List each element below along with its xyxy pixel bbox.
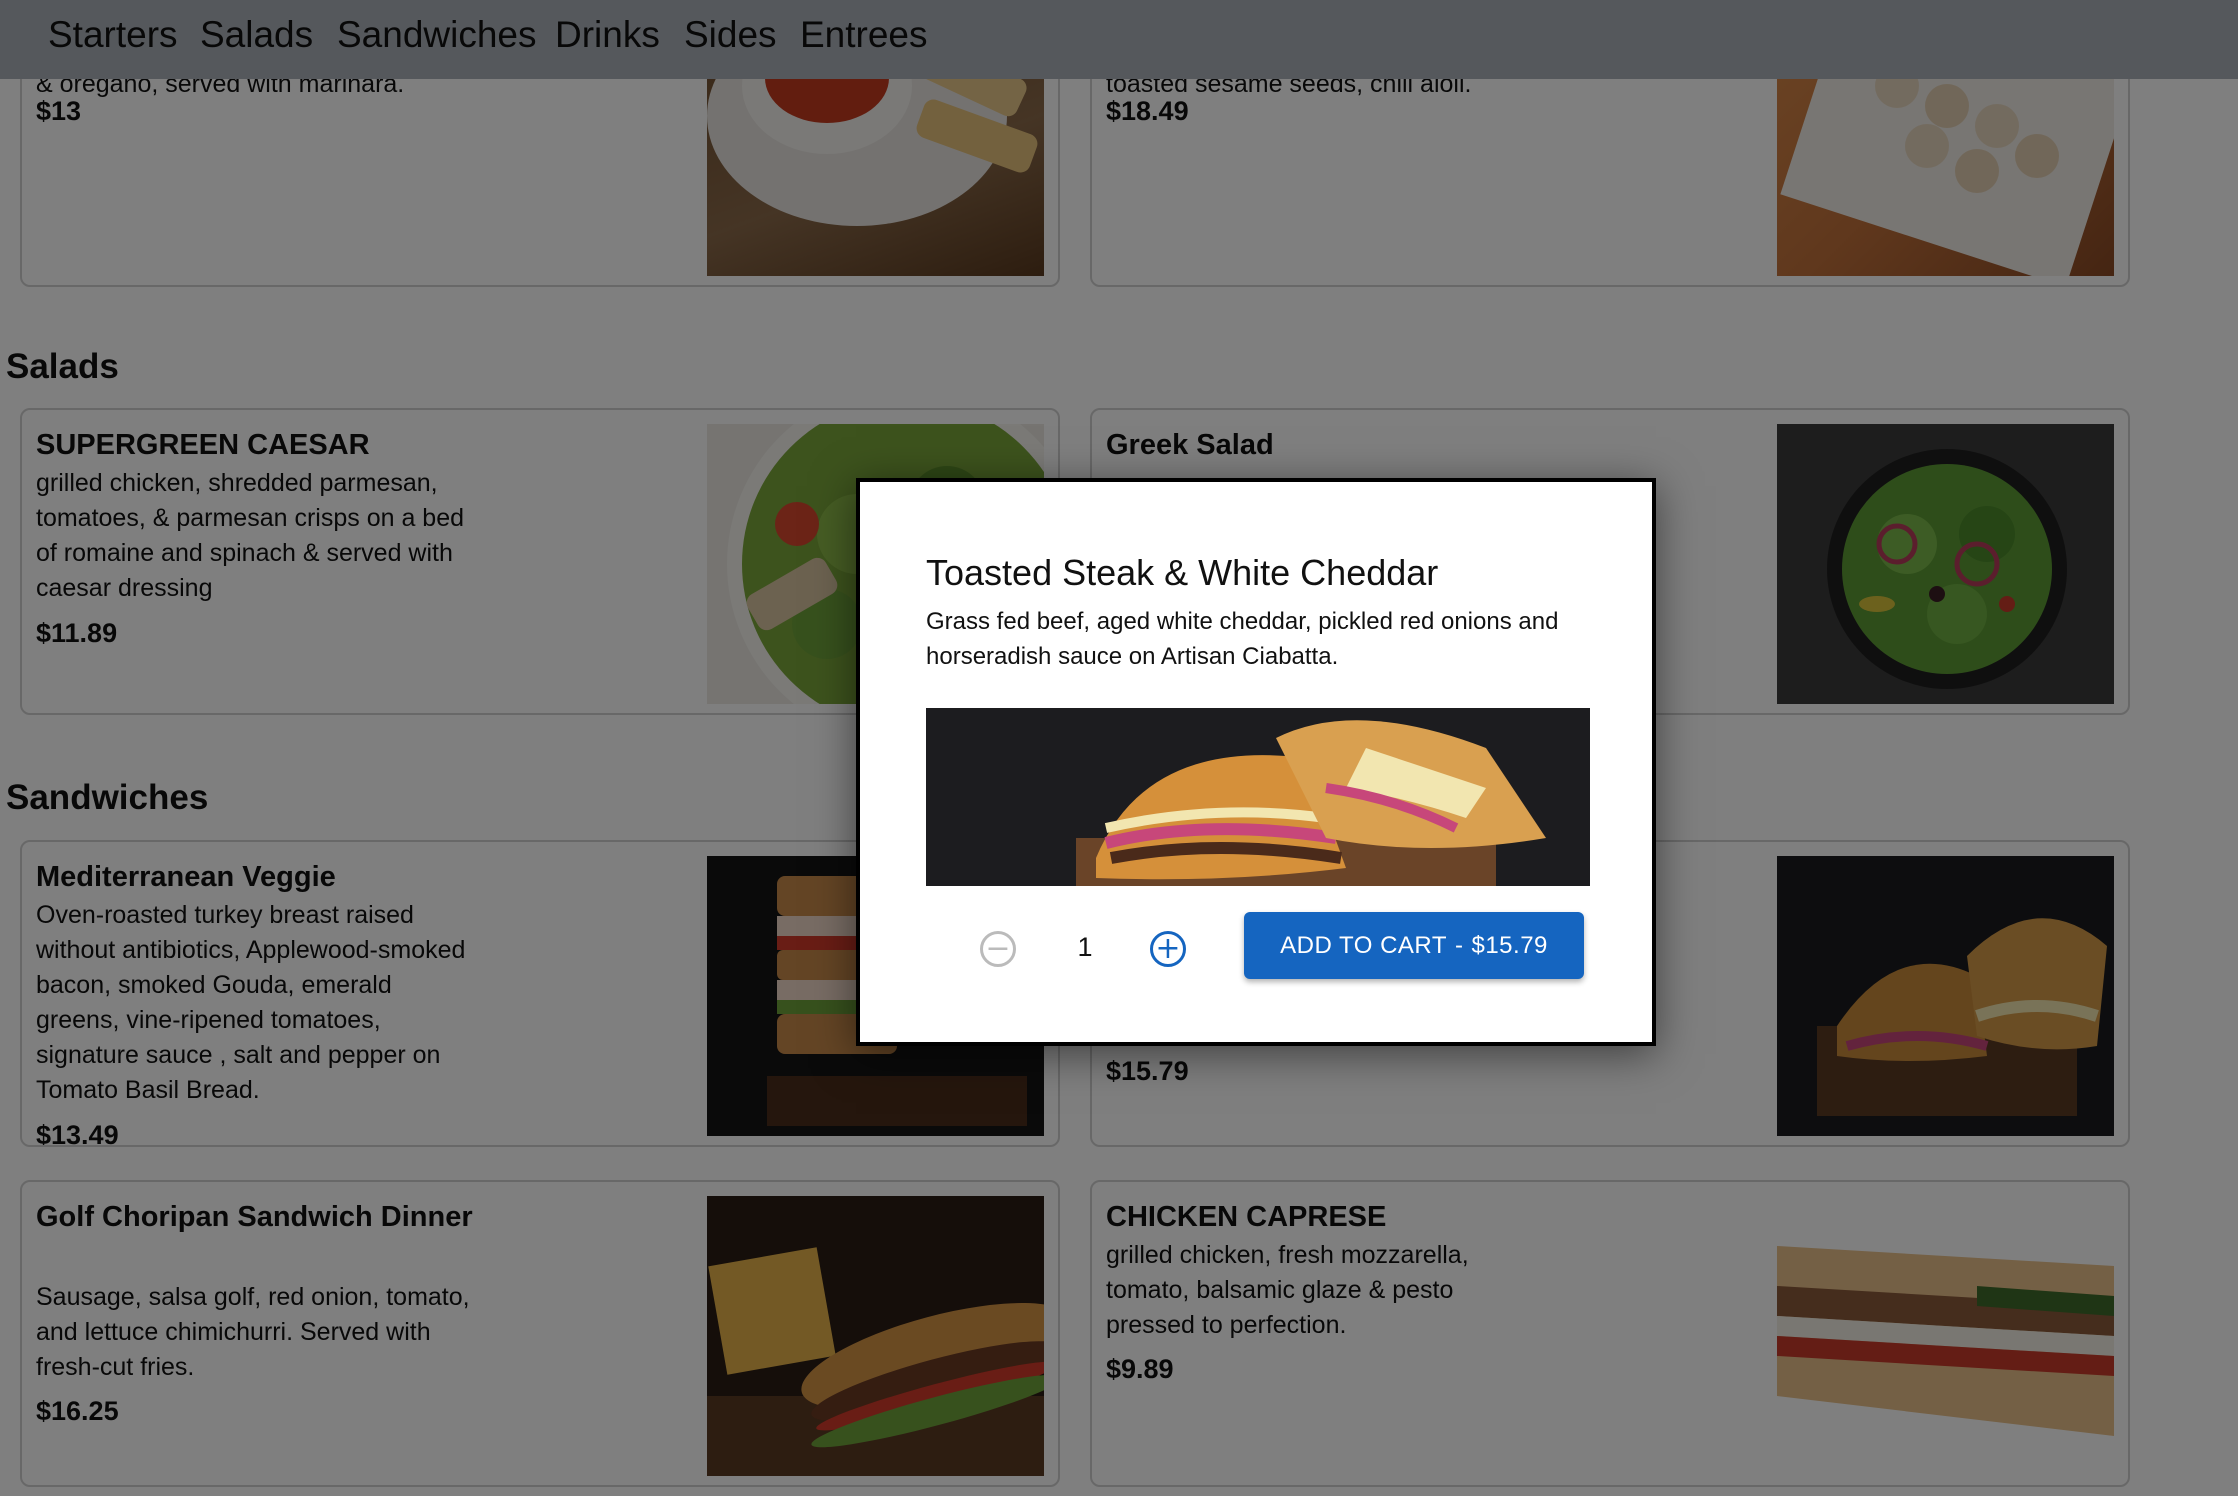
steak-cheddar-sandwich-illustration [926, 708, 1590, 886]
minus-circle-icon[interactable]: − [980, 931, 1016, 967]
plus-circle-icon[interactable]: + [1150, 931, 1186, 967]
add-to-cart-separator: - [1454, 931, 1464, 959]
quantity-value: 1 [1077, 932, 1093, 962]
item-detail-modal: Toasted Steak & White Cheddar Grass fed … [856, 478, 1656, 1046]
modal-item-photo [926, 708, 1590, 886]
add-to-cart-price: $15.79 [1471, 931, 1548, 959]
modal-title: Toasted Steak & White Cheddar [926, 552, 1439, 593]
modal-description: Grass fed beef, aged white cheddar, pick… [926, 608, 1559, 670]
add-to-cart-label: ADD TO CART [1280, 931, 1447, 959]
add-to-cart-button[interactable]: ADD TO CART - $15.79 [1244, 912, 1584, 979]
menu-page: Starters Salads Sandwiches Drinks Sides … [0, 0, 2238, 1496]
